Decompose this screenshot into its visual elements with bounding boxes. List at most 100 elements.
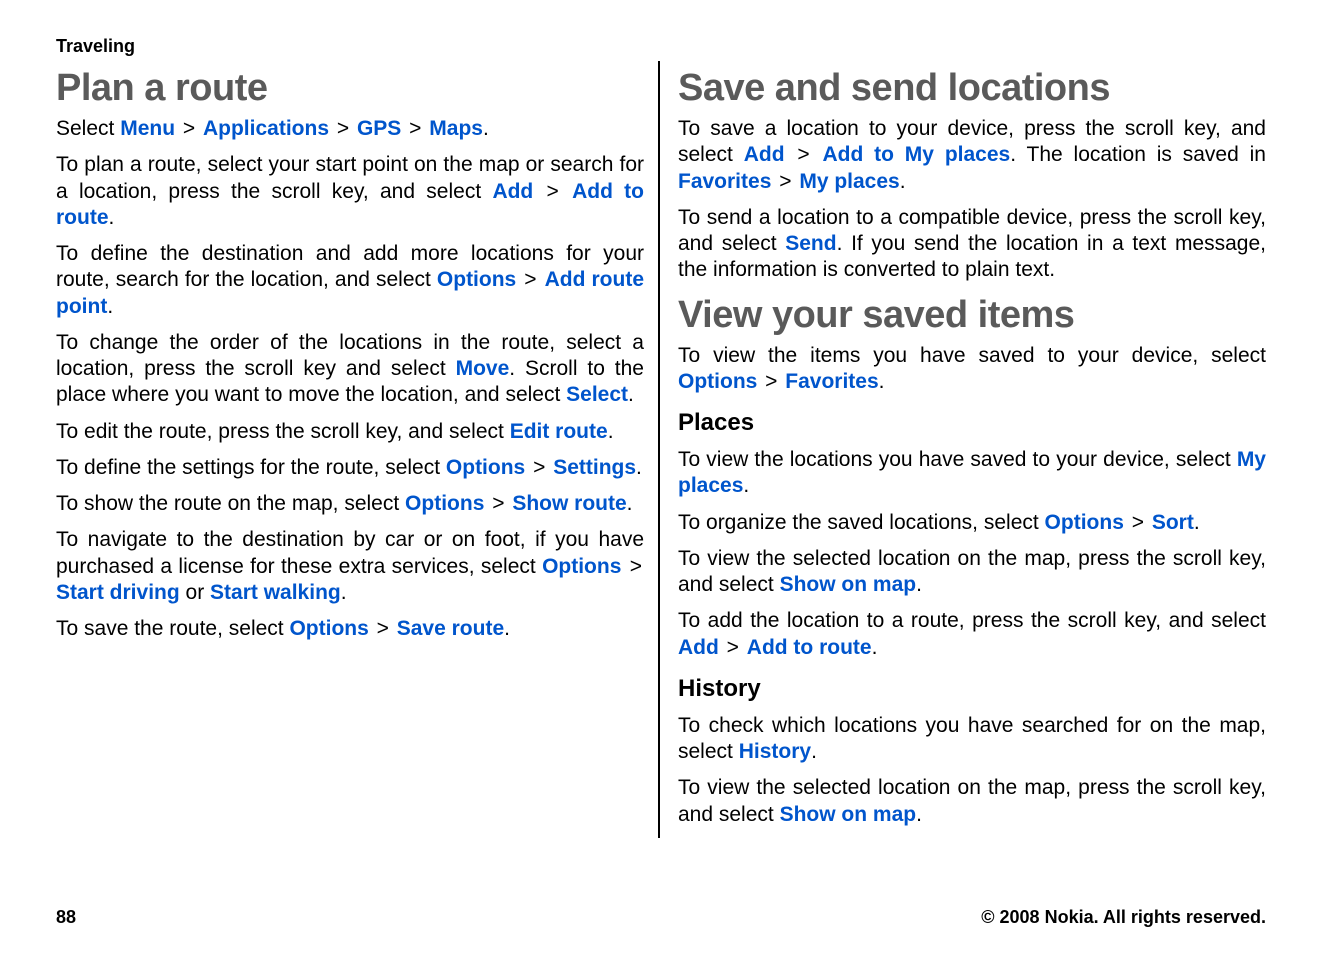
link-my-places[interactable]: My places bbox=[799, 170, 899, 193]
text: . bbox=[483, 117, 489, 140]
link-add-to-route[interactable]: Add to route bbox=[747, 636, 872, 659]
text: To organize the saved locations, select bbox=[678, 511, 1045, 534]
text: . bbox=[341, 581, 347, 604]
paragraph: To show the route on the map, select Opt… bbox=[56, 491, 644, 517]
text: . bbox=[900, 170, 906, 193]
link-start-driving[interactable]: Start driving bbox=[56, 581, 180, 604]
separator-icon: > bbox=[628, 555, 644, 578]
link-maps[interactable]: Maps bbox=[429, 117, 483, 140]
paragraph: To send a location to a compatible devic… bbox=[678, 205, 1266, 284]
paragraph: To view the selected location on the map… bbox=[678, 546, 1266, 599]
link-history[interactable]: History bbox=[739, 740, 811, 763]
link-add[interactable]: Add bbox=[492, 180, 533, 203]
link-add[interactable]: Add bbox=[678, 636, 719, 659]
link-menu[interactable]: Menu bbox=[120, 117, 175, 140]
left-column: Plan a route Select Menu > Applications … bbox=[56, 61, 658, 838]
separator-icon: > bbox=[777, 170, 793, 193]
separator-icon: > bbox=[335, 117, 351, 140]
link-options[interactable]: Options bbox=[437, 268, 516, 291]
link-add[interactable]: Add bbox=[744, 143, 785, 166]
text: To save the route, select bbox=[56, 617, 289, 640]
separator-icon: > bbox=[1130, 511, 1146, 534]
separator-icon: > bbox=[522, 268, 538, 291]
text: . bbox=[608, 420, 614, 443]
text: . bbox=[879, 370, 885, 393]
link-save-route[interactable]: Save route bbox=[397, 617, 504, 640]
link-show-on-map[interactable]: Show on map bbox=[780, 573, 917, 596]
text: . bbox=[109, 206, 115, 229]
heading-view-your-saved-items: View your saved items bbox=[678, 294, 1266, 337]
link-options[interactable]: Options bbox=[542, 555, 621, 578]
link-options[interactable]: Options bbox=[446, 456, 525, 479]
text: . bbox=[916, 573, 922, 596]
link-settings[interactable]: Settings bbox=[553, 456, 636, 479]
link-favorites[interactable]: Favorites bbox=[785, 370, 878, 393]
link-move[interactable]: Move bbox=[456, 357, 510, 380]
text: . bbox=[504, 617, 510, 640]
link-select[interactable]: Select bbox=[566, 383, 628, 406]
link-send[interactable]: Send bbox=[785, 232, 836, 255]
text: To view the items you have saved to your… bbox=[678, 344, 1266, 367]
paragraph: To navigate to the destination by car or… bbox=[56, 527, 644, 606]
text: To edit the route, press the scroll key,… bbox=[56, 420, 510, 443]
separator-icon: > bbox=[545, 180, 561, 203]
footer: 88 © 2008 Nokia. All rights reserved. bbox=[56, 907, 1266, 928]
link-sort[interactable]: Sort bbox=[1152, 511, 1194, 534]
text: To show the route on the map, select bbox=[56, 492, 405, 515]
copyright-text: © 2008 Nokia. All rights reserved. bbox=[981, 907, 1266, 928]
paragraph: To view the items you have saved to your… bbox=[678, 343, 1266, 396]
subheading-history: History bbox=[678, 675, 1266, 703]
text: . bbox=[107, 295, 113, 318]
link-favorites[interactable]: Favorites bbox=[678, 170, 771, 193]
page-number: 88 bbox=[56, 907, 76, 928]
text: To define the settings for the route, se… bbox=[56, 456, 446, 479]
paragraph: Select Menu > Applications > GPS > Maps. bbox=[56, 116, 644, 142]
paragraph: To define the settings for the route, se… bbox=[56, 455, 644, 481]
columns: Plan a route Select Menu > Applications … bbox=[56, 61, 1266, 838]
link-gps[interactable]: GPS bbox=[357, 117, 401, 140]
link-show-on-map[interactable]: Show on map bbox=[780, 803, 917, 826]
text: To view the selected location on the map… bbox=[678, 547, 1266, 596]
separator-icon: > bbox=[531, 456, 547, 479]
text: . bbox=[628, 383, 634, 406]
link-applications[interactable]: Applications bbox=[203, 117, 329, 140]
separator-icon: > bbox=[725, 636, 741, 659]
link-options[interactable]: Options bbox=[1045, 511, 1124, 534]
text: . bbox=[636, 456, 642, 479]
separator-icon: > bbox=[407, 117, 423, 140]
link-edit-route[interactable]: Edit route bbox=[510, 420, 608, 443]
link-start-walking[interactable]: Start walking bbox=[210, 581, 341, 604]
paragraph: To define the destination and add more l… bbox=[56, 241, 644, 320]
text: . The location is saved in bbox=[1010, 143, 1266, 166]
text: To view the selected location on the map… bbox=[678, 776, 1266, 825]
text: . bbox=[872, 636, 878, 659]
text: To view the locations you have saved to … bbox=[678, 448, 1237, 471]
link-show-route[interactable]: Show route bbox=[512, 492, 626, 515]
text: . bbox=[743, 474, 749, 497]
right-column: Save and send locations To save a locati… bbox=[658, 61, 1266, 838]
document-page: Traveling Plan a route Select Menu > App… bbox=[0, 0, 1322, 954]
paragraph: To check which locations you have search… bbox=[678, 713, 1266, 766]
link-options[interactable]: Options bbox=[289, 617, 368, 640]
separator-icon: > bbox=[375, 617, 391, 640]
text: . bbox=[627, 492, 633, 515]
subheading-places: Places bbox=[678, 409, 1266, 437]
text: To add the location to a route, press th… bbox=[678, 609, 1266, 632]
paragraph: To edit the route, press the scroll key,… bbox=[56, 419, 644, 445]
link-options[interactable]: Options bbox=[678, 370, 757, 393]
link-options[interactable]: Options bbox=[405, 492, 484, 515]
separator-icon: > bbox=[181, 117, 197, 140]
separator-icon: > bbox=[763, 370, 779, 393]
heading-plan-a-route: Plan a route bbox=[56, 67, 644, 110]
paragraph: To organize the saved locations, select … bbox=[678, 510, 1266, 536]
text: . bbox=[1194, 511, 1200, 534]
separator-icon: > bbox=[490, 492, 506, 515]
paragraph: To view the selected location on the map… bbox=[678, 775, 1266, 828]
paragraph: To plan a route, select your start point… bbox=[56, 152, 644, 231]
separator-icon: > bbox=[795, 143, 811, 166]
text: Select bbox=[56, 117, 120, 140]
breadcrumb: Traveling bbox=[56, 36, 1266, 57]
paragraph: To save the route, select Options > Save… bbox=[56, 616, 644, 642]
text: . bbox=[916, 803, 922, 826]
link-add-to-my-places[interactable]: Add to My places bbox=[822, 143, 1010, 166]
